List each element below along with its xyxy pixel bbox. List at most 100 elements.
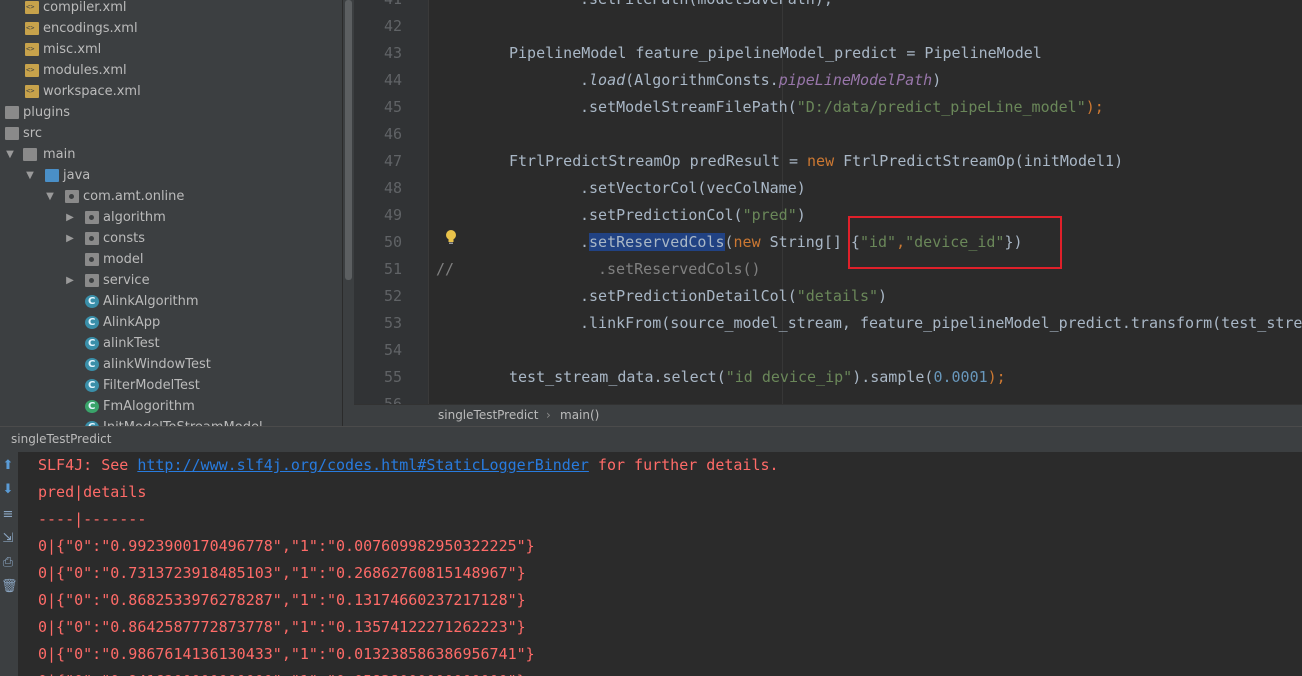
line-number: 49	[383, 206, 402, 224]
chevron-right-icon[interactable]: ▶	[64, 270, 76, 291]
line-number: 53	[383, 314, 402, 332]
xml-file-icon	[25, 64, 39, 77]
code-line: .setReservedCols()	[598, 260, 761, 278]
slf4j-link[interactable]: http://www.slf4j.org/codes.html#StaticLo…	[137, 456, 589, 474]
line-number: 46	[383, 125, 402, 143]
line-number: 55	[383, 368, 402, 386]
class-icon	[85, 379, 99, 392]
tree-item-com-amt-online[interactable]: ▼ com.amt.online	[0, 186, 342, 207]
package-icon	[85, 232, 99, 245]
gutter-divider	[428, 0, 429, 404]
code-line: PipelineModel feature_pipelineModel_pred…	[509, 44, 1042, 62]
console-line: 0|{"0":"0.9867614136130433","1":"0.01323…	[38, 645, 535, 663]
tree-item-workspace-xml[interactable]: workspace.xml	[0, 81, 342, 102]
line-number: 50	[383, 233, 402, 251]
down-arrow-icon[interactable]: ⬇	[1, 483, 15, 497]
project-tree: compiler.xml encodings.xml misc.xml modu…	[0, 0, 342, 426]
code-line: .linkFrom(source_model_stream, feature_p…	[580, 314, 1302, 332]
code-line: FtrlPredictStreamOp predResult = new Ftr…	[509, 152, 1124, 170]
run-toolbar: ⬆ ⬇ ≡ ⇲ ⎙ 🗑	[0, 452, 18, 676]
class-icon	[85, 316, 99, 329]
soft-wrap-icon[interactable]: ≡	[1, 508, 15, 522]
tree-item-service[interactable]: ▶ service	[0, 270, 342, 291]
console-line: pred|details	[38, 483, 147, 501]
line-number: 48	[383, 179, 402, 197]
breadcrumb-class[interactable]: singleTestPredict	[438, 405, 539, 426]
code-line: .setModelStreamFilePath("D:/data/predict…	[580, 98, 1104, 116]
code-line: .setPredictionDetailCol("details")	[580, 287, 888, 305]
xml-file-icon	[25, 1, 39, 14]
line-number: 41	[378, 0, 402, 13]
line-number: 47	[383, 152, 402, 170]
code-line: .setVectorCol(vecColName)	[580, 179, 806, 197]
chevron-down-icon[interactable]: ▼	[4, 144, 16, 165]
line-number: 56	[383, 395, 402, 404]
tree-item-main[interactable]: ▼ main	[0, 144, 342, 165]
tree-item-alinkalgorithm[interactable]: AlinkAlgorithm	[0, 291, 342, 312]
tree-item-java[interactable]: ▼ java	[0, 165, 342, 186]
up-arrow-icon[interactable]: ⬆	[1, 459, 15, 473]
package-icon	[65, 190, 79, 203]
run-panel-title[interactable]: singleTestPredict	[11, 427, 112, 452]
code-line: .load(AlgorithmConsts.pipeLineModelPath)	[580, 71, 942, 89]
console-line: 0|{"0":"0.9416200000000000","1":"0.05838…	[38, 668, 526, 676]
annotation-highlight-box	[848, 216, 1062, 269]
tree-item-fmalogorithm[interactable]: FmAlogorithm	[0, 396, 342, 417]
console-line: 0|{"0":"0.7313723918485103","1":"0.26862…	[38, 564, 526, 582]
line-number: 51	[383, 260, 402, 278]
code-editor[interactable]: 41 42 43 44 45 46 47 48 49 50 51 52 53 5…	[354, 0, 1302, 404]
console-line: ----|-------	[38, 510, 147, 528]
class-icon	[85, 337, 99, 350]
tree-item-plugins[interactable]: plugins	[0, 102, 342, 123]
package-icon	[85, 211, 99, 224]
tree-item-algorithm[interactable]: ▶ algorithm	[0, 207, 342, 228]
folder-icon	[5, 127, 19, 140]
tree-item-compiler-xml[interactable]: compiler.xml	[0, 0, 342, 18]
scroll-to-end-icon[interactable]: ⇲	[1, 532, 15, 546]
chevron-down-icon[interactable]: ▼	[24, 165, 36, 186]
tree-item-filtermodeltest[interactable]: FilterModelTest	[0, 375, 342, 396]
lightbulb-icon[interactable]	[444, 229, 458, 245]
xml-file-icon	[25, 43, 39, 56]
tree-item-misc-xml[interactable]: misc.xml	[0, 39, 342, 60]
folder-icon	[23, 148, 37, 161]
console-line: 0|{"0":"0.8682533976278287","1":"0.13174…	[38, 591, 526, 609]
tree-item-src[interactable]: src	[0, 123, 342, 144]
selected-method[interactable]: setReservedCols	[589, 233, 725, 251]
tree-item-modules-xml[interactable]: modules.xml	[0, 60, 342, 81]
print-icon[interactable]: ⎙	[1, 556, 15, 570]
tree-scrollbar-thumb[interactable]	[345, 0, 352, 280]
package-icon	[85, 253, 99, 266]
console-line: 0|{"0":"0.8642587772873778","1":"0.13574…	[38, 618, 526, 636]
xml-file-icon	[25, 22, 39, 35]
code-line: test_stream_data.select("id device_ip").…	[509, 368, 1006, 386]
source-folder-icon	[45, 169, 59, 182]
line-number: 52	[383, 287, 402, 305]
code-line: .setPredictionCol("pred")	[580, 206, 806, 224]
tree-item-encodings-xml[interactable]: encodings.xml	[0, 18, 342, 39]
chevron-right-icon[interactable]: ▶	[64, 207, 76, 228]
trash-icon[interactable]: 🗑	[1, 580, 18, 594]
line-number: 54	[383, 341, 402, 359]
chevron-down-icon[interactable]: ▼	[44, 186, 56, 207]
console-output[interactable]: SLF4J: See http://www.slf4j.org/codes.ht…	[18, 452, 1302, 676]
class-icon	[85, 400, 99, 413]
console-line: SLF4J: See http://www.slf4j.org/codes.ht…	[38, 456, 779, 474]
line-number: 45	[383, 98, 402, 116]
line-number: 43	[383, 44, 402, 62]
tree-item-alinkapp[interactable]: AlinkApp	[0, 312, 342, 333]
package-icon	[85, 274, 99, 287]
tree-item-initmodeltostreammodel[interactable]: InitModelToStreamModel	[0, 417, 342, 426]
breadcrumb: singleTestPredict › main()	[354, 404, 1302, 426]
code-comment-marker: //	[436, 260, 455, 278]
breadcrumb-separator-icon: ›	[546, 408, 551, 422]
chevron-right-icon[interactable]: ▶	[64, 228, 76, 249]
tree-item-alinktest[interactable]: alinkTest	[0, 333, 342, 354]
code-line: .setFilePath(modelSavePath);	[580, 0, 833, 13]
tree-item-consts[interactable]: ▶ consts	[0, 228, 342, 249]
line-number: 44	[383, 71, 402, 89]
breadcrumb-method[interactable]: main()	[560, 405, 599, 426]
tree-item-model[interactable]: model	[0, 249, 342, 270]
tree-item-alinkwindowtest[interactable]: alinkWindowTest	[0, 354, 342, 375]
line-number: 42	[383, 17, 402, 35]
